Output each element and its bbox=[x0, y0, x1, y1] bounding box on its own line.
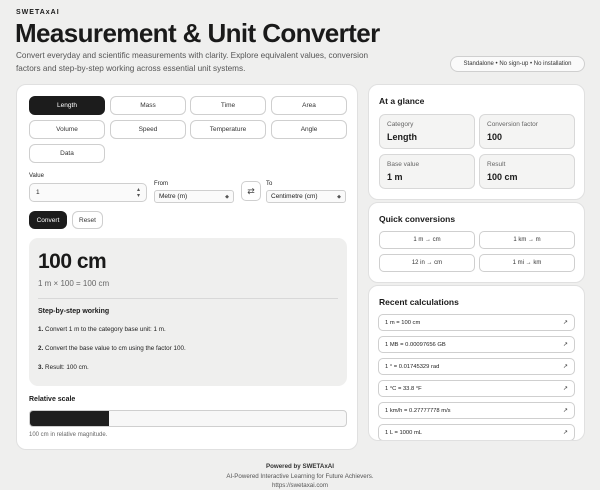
page-title: Measurement & Unit Converter bbox=[15, 18, 380, 48]
convert-button[interactable]: Convert bbox=[29, 211, 67, 229]
page-description: Convert everyday and scientific measurem… bbox=[16, 51, 369, 73]
relative-scale-bar bbox=[29, 410, 347, 427]
step-item: 3. Result: 100 cm. bbox=[38, 364, 89, 371]
converter-card: Length Mass Time Area Volume Speed Tempe… bbox=[16, 84, 358, 450]
arrow-up-right-icon: ↗ bbox=[562, 386, 568, 392]
relative-scale-note: 100 cm in relative magnitude. bbox=[29, 432, 108, 438]
quick-conversion-button[interactable]: 12 in → cm bbox=[379, 254, 475, 272]
arrow-up-right-icon: ↗ bbox=[562, 364, 568, 370]
step-item: 1. Convert 1 m to the category base unit… bbox=[38, 326, 166, 333]
arrow-up-right-icon: ↗ bbox=[562, 320, 568, 326]
footer-url-link[interactable]: https://swetaxai.com bbox=[0, 482, 600, 489]
at-a-glance-card: At a glance Category Length Conversion fa… bbox=[368, 84, 585, 200]
result-panel: 100 cm 1 m × 100 = 100 cm Step-by-step w… bbox=[29, 238, 347, 386]
quick-conversions-title: Quick conversions bbox=[379, 214, 456, 224]
from-unit-select[interactable]: Metre (m) ◆ bbox=[154, 190, 234, 203]
brand-label: SWETAxAI bbox=[16, 9, 60, 16]
at-a-glance-title: At a glance bbox=[379, 96, 425, 106]
chevron-updown-icon: ◆ bbox=[337, 193, 341, 200]
quick-conversion-button[interactable]: 1 km → m bbox=[479, 231, 575, 249]
standalone-badge: Standalone • No sign-up • No installatio… bbox=[450, 56, 585, 72]
result-value: 100 cm bbox=[38, 250, 107, 273]
glance-tile-base: Base value 1 m bbox=[379, 154, 475, 189]
quick-conversion-button[interactable]: 1 m → cm bbox=[379, 231, 475, 249]
category-volume-button[interactable]: Volume bbox=[29, 120, 105, 139]
glance-tile-factor: Conversion factor 100 bbox=[479, 114, 575, 149]
chevron-updown-icon: ◆ bbox=[225, 193, 229, 200]
recent-item[interactable]: 1 MB = 0.00097656 GB ↗ bbox=[378, 336, 575, 353]
swap-arrows-icon: ⇄ bbox=[247, 185, 255, 196]
recent-item[interactable]: 1 m = 100 cm ↗ bbox=[378, 314, 575, 331]
arrow-up-right-icon: ↗ bbox=[562, 430, 568, 436]
value-input-text: 1 bbox=[36, 189, 40, 196]
quick-conversions-card: Quick conversions 1 m → cm 1 km → m 12 i… bbox=[368, 202, 585, 283]
divider bbox=[38, 298, 338, 299]
arrow-up-right-icon: ↗ bbox=[562, 342, 568, 348]
from-label: From bbox=[154, 181, 168, 187]
to-unit-select[interactable]: Centimetre (cm) ◆ bbox=[266, 190, 346, 203]
category-area-button[interactable]: Area bbox=[271, 96, 347, 115]
recent-item[interactable]: 1 km/h = 0.27777778 m/s ↗ bbox=[378, 402, 575, 419]
footer-tagline: AI-Powered Interactive Learning for Futu… bbox=[226, 473, 374, 480]
swap-units-button[interactable]: ⇄ bbox=[241, 181, 261, 201]
recent-calculations-card: Recent calculations 1 m = 100 cm ↗ 1 MB =… bbox=[368, 285, 585, 441]
category-angle-button[interactable]: Angle bbox=[271, 120, 347, 139]
value-label: Value bbox=[29, 173, 44, 179]
to-unit-value: Centimetre (cm) bbox=[271, 193, 318, 200]
step-item: 2. Convert the base value to cm using th… bbox=[38, 345, 186, 352]
quick-conversion-button[interactable]: 1 mi → km bbox=[479, 254, 575, 272]
footer-powered-by: Powered by SWETAxAI bbox=[266, 463, 334, 470]
relative-scale-title: Relative scale bbox=[29, 396, 76, 403]
relative-scale-fill bbox=[30, 411, 109, 426]
recent-calculations-title: Recent calculations bbox=[379, 297, 459, 307]
category-speed-button[interactable]: Speed bbox=[110, 120, 186, 139]
value-input[interactable]: 1 ▴ ▾ bbox=[29, 183, 147, 202]
category-data-button[interactable]: Data bbox=[29, 144, 105, 163]
recent-item[interactable]: 1 °C = 33.8 °F ↗ bbox=[378, 380, 575, 397]
to-label: To bbox=[266, 181, 273, 187]
category-temperature-button[interactable]: Temperature bbox=[190, 120, 266, 139]
stepper-arrows-icon[interactable]: ▴ ▾ bbox=[137, 187, 140, 199]
category-time-button[interactable]: Time bbox=[190, 96, 266, 115]
steps-title: Step-by-step working bbox=[38, 308, 110, 315]
category-length-button[interactable]: Length bbox=[29, 96, 105, 115]
category-mass-button[interactable]: Mass bbox=[110, 96, 186, 115]
glance-tile-category: Category Length bbox=[379, 114, 475, 149]
from-unit-value: Metre (m) bbox=[159, 193, 188, 200]
recent-item[interactable]: 1 ° = 0.01745329 rad ↗ bbox=[378, 358, 575, 375]
result-formula: 1 m × 100 = 100 cm bbox=[38, 279, 110, 288]
recent-item[interactable]: 1 L = 1000 mL ↗ bbox=[378, 424, 575, 440]
glance-tile-result: Result 100 cm bbox=[479, 154, 575, 189]
reset-button[interactable]: Reset bbox=[72, 211, 103, 229]
arrow-up-right-icon: ↗ bbox=[562, 408, 568, 414]
